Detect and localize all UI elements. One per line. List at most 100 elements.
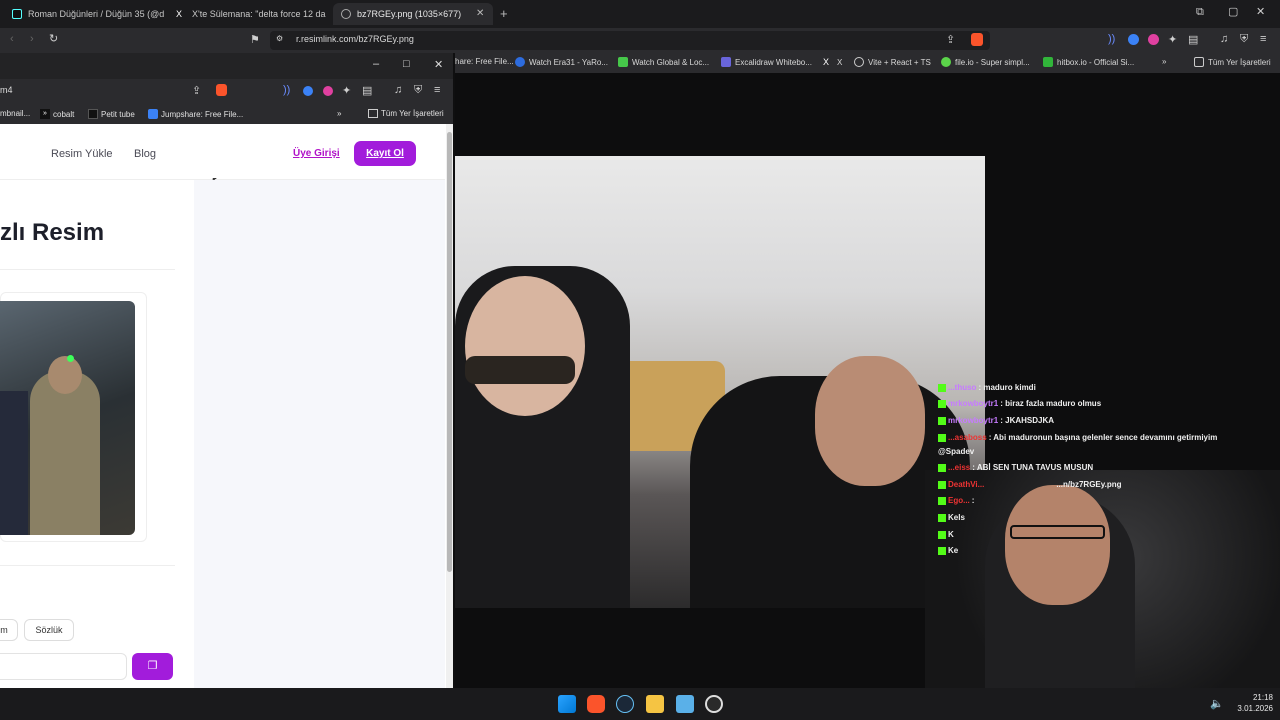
x-icon: X [176,9,183,19]
steam-icon[interactable] [616,695,634,713]
divider [0,565,175,566]
globe-icon [341,9,351,19]
uploaded-image-preview[interactable] [0,301,135,535]
bookmark-item[interactable]: mbnail... [0,109,30,118]
tab-image[interactable]: bz7RGEy.png (1035×677) [333,3,493,25]
tab-label: Roman Düğünleri / Düğün 35 (@dug [28,9,164,19]
brave-icon[interactable] [587,695,605,713]
brave-shields-icon[interactable] [971,33,983,46]
chat-message: @Spadev [938,447,975,456]
site-info-icon[interactable]: ⚙ [276,34,283,43]
tab-pill[interactable]: m [0,619,18,641]
copy-button[interactable]: ❐ [132,653,173,680]
chat-message: Ke [938,546,958,555]
music-icon[interactable]: ♫ [394,84,402,96]
chat-message: ...asaboss: Abi maduronun başına gelenle… [938,433,1217,442]
copy-icon: ❐ [147,660,158,672]
share-icon[interactable]: ⇪ [946,33,955,46]
inner-url-fragment[interactable]: m4 [0,85,13,95]
bookmark-item[interactable]: » cobalt [40,109,74,119]
extension-icon[interactable] [1128,34,1139,45]
maximize-icon[interactable]: □ [403,58,410,70]
url-text[interactable]: r.resimlink.com/bz7RGEy.png [296,34,414,44]
volume-icon[interactable]: 🔈 [1210,697,1224,710]
window-restore-icon[interactable]: ⧉ [1196,6,1204,19]
speech-icon[interactable]: )) [1108,33,1115,45]
obs-icon[interactable] [705,695,723,713]
taskbar [0,688,1280,720]
share-icon[interactable]: ⇪ [192,84,201,97]
extension-icon[interactable] [323,86,333,96]
bookmark-item[interactable]: Petit tube [88,109,135,119]
reload-icon[interactable]: ↻ [49,32,58,45]
chat-message: mrkowboytr1: JKAHSDJKA [938,416,1054,425]
signup-button[interactable]: Kayıt Ol [354,141,416,166]
displayed-image [455,156,985,608]
puzzle-icon[interactable]: ✦ [1168,33,1177,46]
extension-icon[interactable] [1148,34,1159,45]
close-tab-icon[interactable]: ✕ [476,8,484,19]
bookmark-item[interactable]: Jumpshare: Free File... [148,109,243,119]
inner-title-bar: – □ ✕ [0,53,453,79]
bookmark-item[interactable]: Watch Global & Loc... [618,57,709,67]
menu-icon[interactable]: ≡ [434,84,440,96]
close-window-icon[interactable]: ✕ [434,58,443,71]
bookmark-item[interactable]: Vite + React + TS [854,57,931,67]
puzzle-icon[interactable]: ✦ [342,84,351,97]
nav-upload-link[interactable]: Resim Yükle [51,148,113,160]
clock-time: 21:18 [1252,693,1273,702]
divider [0,269,175,270]
system-clock[interactable]: 21:18 3.01.2026 [1227,692,1273,714]
page-side-area [194,180,445,688]
bookmark-item[interactable]: XX [823,57,842,67]
image-link-input[interactable] [0,653,127,680]
scrollbar-thumb[interactable] [447,132,452,572]
brave-shields-icon[interactable] [216,84,227,96]
windows-start-icon[interactable] [558,695,576,713]
bookmark-item[interactable]: Watch Era31 - YaRo... [515,57,608,67]
dictionary-pill[interactable]: Sözlük [24,619,74,641]
sunglasses [465,356,575,384]
minimize-icon[interactable]: – [373,58,379,70]
tiktok-icon [12,9,22,19]
chat-message: DeathVi... ...n/bz7RGEy.png [938,480,1122,489]
tab-label: X'te Sülemana: "delta force 12 dakika [192,9,326,19]
all-bookmarks-folder[interactable]: Tüm Yer İşaretleri [1194,57,1271,67]
bookmark-item[interactable]: hare: Free File... [455,57,514,66]
sidebar-icon[interactable]: ▤ [1188,33,1198,46]
new-tab-button[interactable]: + [500,6,508,21]
extension-icon[interactable] [303,86,313,96]
bookmark-item[interactable]: hitbox.io - Official Si... [1043,57,1134,67]
tab-x[interactable]: X X'te Sülemana: "delta force 12 dakika [168,3,326,25]
tab-label: bz7RGEy.png (1035×677) [357,9,462,19]
music-icon[interactable]: ♫ [1220,33,1228,45]
back-icon[interactable]: ‹ [10,33,14,45]
bookmarks-overflow[interactable]: » [1162,57,1166,66]
vpn-icon[interactable]: ⛨ [414,84,422,97]
inner-toolbar: m4 ⇪ )) ✦ ▤ ♫ ⛨ ≡ [0,79,453,103]
menu-icon[interactable]: ≡ [1260,33,1266,45]
chat-message: Kels [938,513,965,522]
outer-tab-strip: Roman Düğünleri / Düğün 35 (@dug X X'te … [0,0,1280,28]
bookmark-item[interactable]: file.io - Super simpl... [941,57,1030,67]
chat-message: Ego...: [938,496,974,505]
bookmark-icon[interactable]: ⚑ [250,33,260,46]
chat-message: ...eiss: ABİ SEN TUNA TAVUS MUSUN [938,463,1093,472]
sidebar-icon[interactable]: ▤ [362,84,372,97]
login-link[interactable]: Üye Girişi [293,148,340,159]
bookmarks-overflow[interactable]: » [337,109,341,118]
all-bookmarks-folder[interactable]: Tüm Yer İşaretleri [368,109,444,118]
bookmark-item[interactable]: Excalidraw Whitebo... [721,57,812,67]
speech-icon[interactable]: )) [283,84,290,96]
chat-message: K [938,530,954,539]
maximize-icon[interactable]: ▢ [1228,5,1238,18]
vpn-icon[interactable]: ⛨ [1240,33,1248,46]
close-window-icon[interactable]: ✕ [1256,5,1265,18]
streamer-webcam [925,470,1280,688]
nav-blog-link[interactable]: Blog [134,148,156,160]
forward-icon[interactable]: › [30,33,34,45]
folder-icon[interactable] [646,695,664,713]
face-right [815,356,925,486]
tab-tiktok[interactable]: Roman Düğünleri / Düğün 35 (@dug [4,3,164,25]
store-icon[interactable] [676,695,694,713]
